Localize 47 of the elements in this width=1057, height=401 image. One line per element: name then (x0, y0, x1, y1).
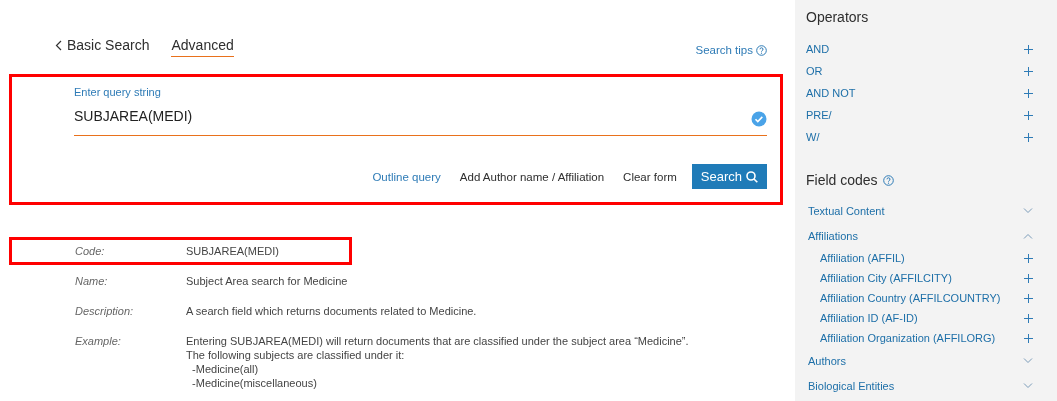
operator-link[interactable]: PRE/ (806, 109, 832, 121)
plus-icon (1024, 110, 1033, 120)
chevron-left-icon (55, 39, 62, 51)
field-label: Enter query string (74, 86, 162, 98)
category-link[interactable]: Affiliations (808, 229, 858, 242)
operator-link[interactable]: AND NOT (806, 87, 856, 99)
field-code-link[interactable]: Affiliation ID (AF-ID) (820, 312, 918, 324)
plus-icon (1024, 44, 1033, 54)
detail-label: Example: (75, 334, 122, 349)
operator-link[interactable]: OR (806, 65, 823, 77)
section-heading: Operators (806, 9, 870, 25)
detail-label: Description: (75, 304, 135, 318)
field-code-link[interactable]: Affiliation City (AFFILCITY) (820, 272, 952, 284)
plus-icon (1024, 253, 1033, 263)
detail-label: Code: (75, 244, 106, 258)
category-link[interactable]: Biological Entities (808, 379, 895, 392)
action-link[interactable]: Clear form (623, 170, 677, 183)
help-icon (756, 44, 767, 56)
operator-link[interactable]: W/ (806, 131, 820, 143)
field-code-link[interactable]: Affiliation Country (AFFILCOUNTRY) (820, 292, 1001, 304)
field-code-link[interactable]: Affiliation Organization (AFFILORG) (820, 332, 996, 344)
section-heading: Field codes (806, 172, 878, 188)
operator-link[interactable]: AND (806, 43, 830, 55)
tab[interactable]: Advanced (171, 37, 234, 57)
search-button[interactable]: Search (691, 164, 767, 189)
plus-icon (1024, 293, 1033, 303)
field-code-link[interactable]: Affiliation (AFFIL) (820, 252, 905, 264)
query-input[interactable]: SUBJAREA(MEDI) (74, 98, 751, 129)
category-link[interactable]: Textual Content (808, 204, 885, 217)
detail-value: SUBJAREA(MEDI) (186, 244, 279, 258)
plus-icon (1024, 333, 1033, 343)
plus-icon (1024, 273, 1033, 283)
detail-value: A search field which returns documents related to Medicine. (186, 304, 477, 318)
plus-icon (1024, 313, 1033, 323)
plus-icon (1024, 88, 1033, 98)
help-icon (882, 174, 894, 186)
search-tips-link[interactable]: Search tips (695, 44, 767, 56)
plus-icon (1024, 66, 1033, 76)
detail-label: Name: (75, 274, 109, 288)
plus-icon (1024, 132, 1033, 142)
search-icon (746, 170, 758, 183)
back-link[interactable]: Basic Search (55, 37, 150, 57)
detail-value: Subject Area search for Medicine (186, 274, 348, 288)
action-link[interactable]: Outline query (372, 170, 441, 183)
category-link[interactable]: Authors (808, 354, 846, 367)
action-link[interactable]: Add Author name / Affiliation (459, 170, 605, 183)
detail-value: Entering SUBJAREA(MEDI) will return documents that are classified under the subject area “Medicine”. The following subjects are classified under it: -Medicine(all) -Medicine(miscellaneous) (186, 334, 689, 390)
